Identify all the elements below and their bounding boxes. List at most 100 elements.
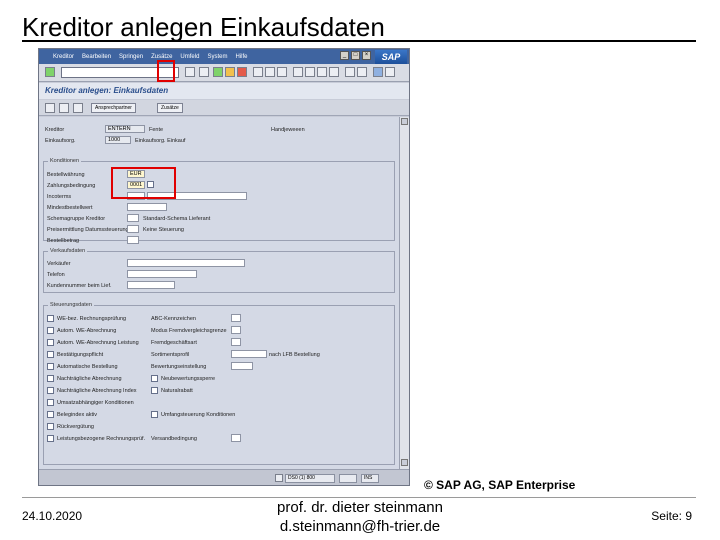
abc-field[interactable] <box>231 314 241 322</box>
kreditor-label: Kreditor <box>45 127 65 133</box>
info-icon[interactable] <box>73 103 83 113</box>
bestellbetrag-field[interactable] <box>127 236 139 244</box>
print-icon[interactable] <box>253 67 263 77</box>
display-change-icon[interactable] <box>45 103 55 113</box>
scroll-down-icon[interactable] <box>401 459 408 466</box>
steuerung-label: Umfangsteuerung Konditionen <box>161 412 236 418</box>
highlight-payment-terms <box>111 167 176 199</box>
einkorg-label: Einkaufsorg. <box>45 138 76 144</box>
slide-title: Kreditor anlegen Einkaufsdaten <box>22 12 385 42</box>
versandbedingung-field[interactable] <box>231 434 241 442</box>
cancel-icon[interactable] <box>237 67 247 77</box>
last-page-icon[interactable] <box>329 67 339 77</box>
checkbox[interactable] <box>47 387 54 394</box>
standard-toolbar <box>39 64 409 82</box>
konditionen-label: Incoterms <box>47 194 72 200</box>
shortcut-icon[interactable] <box>357 67 367 77</box>
dropdown-icon[interactable] <box>185 67 195 77</box>
kreditor-field[interactable]: ENTERN <box>105 125 145 133</box>
schemagruppe-text: Standard-Schema Lieferant <box>143 216 211 222</box>
layout-icon[interactable] <box>385 67 395 77</box>
verkaufsdaten-label: Kundennummer beim Lief. <box>47 283 112 289</box>
page-number: Seite: 9 <box>651 509 692 523</box>
enter-icon[interactable] <box>45 67 55 77</box>
author-email[interactable]: d.steinmann@fh-trier.de <box>0 517 720 536</box>
previous-page-icon[interactable] <box>305 67 315 77</box>
steuerung-label: WE-bez. Rechnungsprüfung <box>57 316 127 322</box>
verkaufsdaten-label: Verkäufer <box>47 261 71 267</box>
application-toolbar: Ansprechpartner Zusätze <box>39 100 409 116</box>
status-bar: DS0 (1) 800 INS <box>39 469 409 485</box>
mindestbestellwert-field[interactable] <box>127 203 167 211</box>
steuerung-label: ABC-Kennzeichen <box>151 316 196 322</box>
konditionen-label: Preisermittlung Datumssteuerung <box>47 227 129 233</box>
checkbox[interactable] <box>47 411 54 418</box>
einkorg-field[interactable]: 1000 <box>105 136 131 144</box>
checkbox[interactable] <box>151 411 158 418</box>
modus-field[interactable] <box>231 326 241 334</box>
next-page-icon[interactable] <box>317 67 327 77</box>
steuerung-label: Automatische Bestellung <box>57 364 118 370</box>
checkbox[interactable] <box>47 363 54 370</box>
checkbox[interactable] <box>47 351 54 358</box>
fremdgeschaeft-field[interactable] <box>231 338 241 346</box>
triangle-icon[interactable] <box>275 474 283 482</box>
exit-icon[interactable] <box>225 67 235 77</box>
steuerung-label: Fremdgeschäftsart <box>151 340 197 346</box>
back-icon[interactable] <box>213 67 223 77</box>
bewertung-field[interactable] <box>231 362 253 370</box>
menu-zusaetze[interactable]: Zusätze <box>151 54 172 60</box>
ort-label: Handjeweeen <box>271 127 305 133</box>
steuerung-label: Bewertungseinstellung <box>151 364 207 370</box>
find-icon[interactable] <box>265 67 275 77</box>
checkbox[interactable] <box>151 375 158 382</box>
checkbox[interactable] <box>47 423 54 430</box>
preisermittlung-text: Keine Steuerung <box>143 227 184 233</box>
steuerung-label: Belegindex aktiv <box>57 412 98 418</box>
schemagruppe-field[interactable] <box>127 214 139 222</box>
menu-hilfe[interactable]: Hilfe <box>235 54 247 60</box>
vertical-scrollbar[interactable] <box>399 117 409 469</box>
sortiment-field[interactable] <box>231 350 267 358</box>
save-icon[interactable] <box>199 67 209 77</box>
screen-title: Kreditor anlegen: Einkaufsdaten <box>45 86 169 95</box>
checkbox[interactable] <box>47 315 54 322</box>
zusaetze-button[interactable]: Zusätze <box>157 103 183 113</box>
konditionen-label: Zahlungsbedingung <box>47 183 96 189</box>
checkbox[interactable] <box>47 435 54 442</box>
scroll-up-icon[interactable] <box>401 118 408 125</box>
menu-umfeld[interactable]: Umfeld <box>180 54 199 60</box>
telefon-field[interactable] <box>127 270 197 278</box>
steuerung-label: Versandbedingung <box>151 436 197 442</box>
new-session-icon[interactable] <box>345 67 355 77</box>
checkbox[interactable] <box>47 327 54 334</box>
checkbox[interactable] <box>47 399 54 406</box>
verkaeufer-field[interactable] <box>127 259 245 267</box>
close-icon[interactable]: × <box>362 51 371 60</box>
kundennummer-field[interactable] <box>127 281 175 289</box>
steuerung-label: Autom. WE-Abrechnung <box>57 328 117 334</box>
minimize-icon[interactable]: _ <box>340 51 349 60</box>
steuerung-label: Nachträgliche Abrechnung Index <box>57 388 137 394</box>
menu-bearbeiten[interactable]: Bearbeiten <box>82 54 111 60</box>
preisermittlung-field[interactable] <box>127 225 139 233</box>
steuerung-label: Leistungsbezogene Rechnungsprüf. <box>57 436 146 442</box>
checkbox[interactable] <box>47 375 54 382</box>
help-icon[interactable] <box>373 67 383 77</box>
find-next-icon[interactable] <box>277 67 287 77</box>
checkbox[interactable] <box>151 387 158 394</box>
maximize-icon[interactable]: □ <box>351 51 360 60</box>
steuerung-label: Modus Fremdvergleichsgrenze <box>151 328 227 334</box>
einkorg-text: Einkaufsorg. Einkauf <box>135 138 186 144</box>
steuerung-label: Nachträgliche Abrechnung <box>57 376 122 382</box>
ansprechpartner-button[interactable]: Ansprechpartner <box>91 103 136 113</box>
menu-system[interactable]: System <box>207 54 227 60</box>
menu-kreditor[interactable]: Kreditor <box>53 54 74 60</box>
other-vendor-icon[interactable] <box>59 103 69 113</box>
first-page-icon[interactable] <box>293 67 303 77</box>
content-area: Kreditor ENTERN Fente Handjeweeen Einkau… <box>39 117 401 469</box>
window-controls: _ □ × <box>340 51 371 60</box>
steuerung-extra-label: nach LFB Bestellung <box>269 352 320 358</box>
menu-springen[interactable]: Springen <box>119 54 143 60</box>
checkbox[interactable] <box>47 339 54 346</box>
